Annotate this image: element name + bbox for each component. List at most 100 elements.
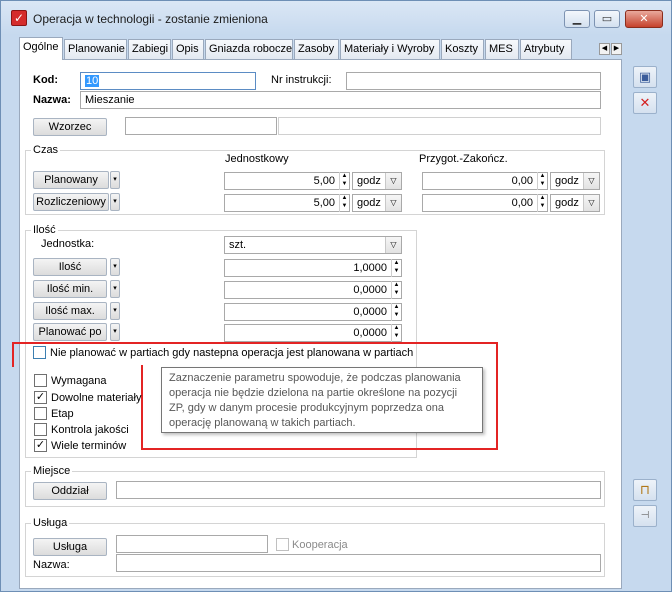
unit-value: godz (357, 175, 381, 187)
ilosc-max-dropdown-icon[interactable]: ▾ (110, 302, 120, 320)
usluga-input[interactable] (116, 535, 268, 553)
usluga-nazwa-label: Nazwa: (33, 559, 70, 571)
rozliczeniowy-button[interactable]: Rozliczeniowy (33, 193, 109, 211)
jednostka-label: Jednostka: (41, 238, 95, 250)
spin-icon[interactable]: ▲ ▼ (339, 194, 349, 212)
jednostka-select[interactable]: szt. (224, 236, 402, 254)
minimize-button[interactable]: ▁ (564, 10, 590, 28)
spin-icon[interactable]: ▲ ▼ (391, 303, 401, 321)
spin-icon[interactable]: ▲ ▼ (391, 259, 401, 277)
chevron-down-icon[interactable]: ▽ (385, 173, 401, 189)
ilosc-min-dropdown-icon[interactable]: ▾ (110, 280, 120, 298)
planowac-po-button[interactable]: Planować po (33, 323, 107, 341)
oddzial-input[interactable] (116, 481, 601, 499)
rozliczeniowy-jednostkowy-input[interactable]: 5,00 (224, 194, 350, 212)
ilosc-input[interactable]: 1,0000 (224, 259, 402, 277)
spin-icon[interactable]: ▲ ▼ (537, 194, 547, 212)
window-title: Operacja w technologii - zostanie zmieni… (33, 12, 268, 26)
planowany-dropdown-icon[interactable]: ▾ (110, 171, 120, 189)
tab-koszty[interactable]: Koszty (441, 39, 484, 59)
miejsce-group-label: Miejsce (31, 465, 73, 477)
ilosc-max-button[interactable]: Ilość max. (33, 302, 107, 320)
kontrola-jakosci-label: Kontrola jakości (51, 424, 129, 436)
spin-icon[interactable]: ▲ ▼ (391, 281, 401, 299)
ilosc-dropdown-icon[interactable]: ▾ (110, 258, 120, 276)
ilosc-button[interactable]: Ilość (33, 258, 107, 276)
app-icon: ✓ (11, 10, 27, 26)
wzorzec-button[interactable]: Wzorzec (33, 118, 107, 136)
rozliczeniowy-przygot-input[interactable]: 0,00 (422, 194, 548, 212)
planowac-po-input[interactable]: 0,0000 (224, 324, 402, 342)
tab-scroll-left-icon[interactable]: ◀ (599, 43, 610, 55)
tab-zasoby[interactable]: Zasoby (294, 39, 339, 59)
chevron-down-icon[interactable]: ▽ (385, 195, 401, 211)
unit-value: godz (555, 175, 579, 187)
oddzial-button[interactable]: Oddział (33, 482, 107, 500)
rozliczeniowy-dropdown-icon[interactable]: ▾ (110, 193, 120, 211)
nr-instrukcji-label: Nr instrukcji: (271, 74, 332, 86)
dowolne-materialy-checkbox[interactable]: ✓ (34, 391, 47, 404)
przygot-zakoncz-header: Przygot.-Zakończ. (419, 153, 508, 165)
pin-icon[interactable]: ⊣ (633, 505, 657, 527)
spin-icon[interactable]: ▲ ▼ (391, 324, 401, 342)
tab-gniazda-robocze[interactable]: Gniazda robocze (205, 39, 293, 59)
nie-planowac-label: Nie planować w partiach gdy nastepna ope… (50, 347, 414, 359)
planowany-przygot-input[interactable]: 0,00 (422, 172, 548, 190)
ilosc-max-input[interactable]: 0,0000 (224, 303, 402, 321)
spin-icon[interactable]: ▲ ▼ (537, 172, 547, 190)
etap-checkbox[interactable] (34, 407, 47, 420)
usluga-button[interactable]: Usługa (33, 538, 107, 556)
save-icon[interactable]: ▣ (633, 66, 657, 88)
kontrola-jakosci-checkbox[interactable] (34, 423, 47, 436)
title-bar: ✓ Operacja w technologii - zostanie zmie… (1, 1, 671, 35)
jednostkowy-header: Jednostkowy (225, 153, 289, 165)
wzorzec-description (278, 117, 601, 135)
wiele-terminow-label: Wiele terminów (51, 440, 127, 452)
planowany-button[interactable]: Planowany (33, 171, 109, 189)
kod-label: Kod: (33, 74, 59, 86)
planowany-jednostkowy-input[interactable]: 5,00 (224, 172, 350, 190)
tab-atrybuty[interactable]: Atrybuty (520, 39, 572, 59)
usluga-nazwa-input[interactable] (116, 554, 601, 572)
maximize-button[interactable]: ▭ (594, 10, 620, 28)
nie-planowac-checkbox[interactable] (33, 346, 46, 359)
dowolne-materialy-label: Dowolne materiały (51, 392, 142, 404)
kod-value: 10 (85, 75, 100, 87)
wzorzec-input[interactable] (125, 117, 277, 135)
usluga-group-label: Usługa (31, 517, 70, 529)
unit-value: godz (555, 197, 579, 209)
tab-scroll-right-icon[interactable]: ▶ (611, 43, 622, 55)
kooperacja-label: Kooperacja (292, 539, 348, 551)
tab-planowanie[interactable]: Planowanie (64, 39, 127, 59)
wiele-terminow-checkbox[interactable]: ✓ (34, 439, 47, 452)
tooltip: Zaznaczenie parametru spowoduje, że podc… (161, 367, 483, 433)
czas-group-label: Czas (31, 144, 61, 156)
unlock-icon[interactable]: ⊓ (633, 479, 657, 501)
chevron-down-icon[interactable]: ▽ (385, 237, 401, 253)
nazwa-input[interactable]: Mieszanie (80, 91, 601, 109)
close-window-button[interactable]: ✕ (625, 10, 663, 28)
planowac-po-dropdown-icon[interactable]: ▾ (110, 323, 120, 341)
etap-label: Etap (51, 408, 74, 420)
jednostka-value: szt. (229, 239, 247, 251)
tab-zabiegi[interactable]: Zabiegi (128, 39, 171, 59)
nr-instrukcji-input[interactable] (346, 72, 601, 90)
unit-value: godz (357, 197, 381, 209)
cancel-icon[interactable]: ✕ (633, 92, 657, 114)
kod-input[interactable]: 10 (80, 72, 256, 90)
chevron-down-icon[interactable]: ▽ (583, 173, 599, 189)
kooperacja-checkbox[interactable] (276, 538, 289, 551)
chevron-down-icon[interactable]: ▽ (583, 195, 599, 211)
wymagana-label: Wymagana (51, 375, 107, 387)
tab-materialy-i-wyroby[interactable]: Materiały i Wyroby (340, 39, 440, 59)
spin-icon[interactable]: ▲ ▼ (339, 172, 349, 190)
ilosc-min-input[interactable]: 0,0000 (224, 281, 402, 299)
operation-window: ✓ Operacja w technologii - zostanie zmie… (0, 0, 672, 592)
tab-mes[interactable]: MES (485, 39, 519, 59)
tab-ogolne[interactable]: Ogólne (19, 37, 63, 60)
nazwa-label: Nazwa: (33, 94, 71, 106)
wymagana-checkbox[interactable] (34, 374, 47, 387)
tab-opis[interactable]: Opis (172, 39, 204, 59)
ilosc-group-label: Ilość (31, 224, 58, 236)
ilosc-min-button[interactable]: Ilość min. (33, 280, 107, 298)
